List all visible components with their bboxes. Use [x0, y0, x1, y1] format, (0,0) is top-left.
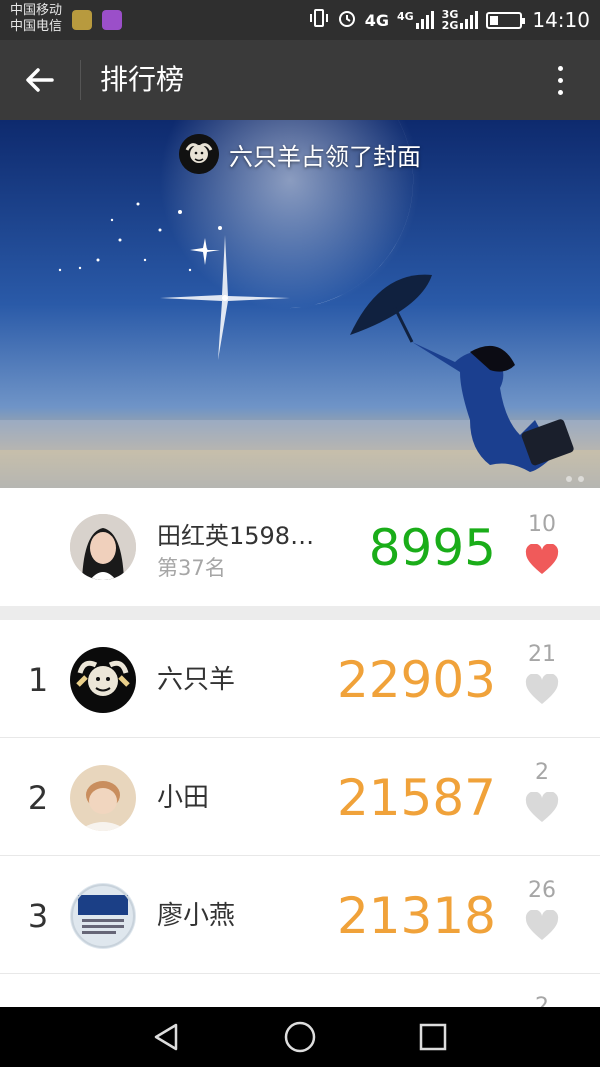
page-title: 排行榜 [100, 63, 185, 96]
like-count: 10 [528, 512, 556, 537]
likes[interactable]: 26 [520, 878, 564, 942]
system-nav-bar [0, 1007, 600, 1067]
notification-app-icon [72, 10, 92, 30]
like-count: 26 [528, 878, 556, 903]
like-count: 21 [528, 642, 556, 667]
heart-icon[interactable] [525, 910, 559, 942]
carrier-info: 中国移动 中国电信 [10, 3, 62, 35]
carrier-2: 中国电信 [10, 19, 63, 34]
carousel-dots [566, 476, 584, 482]
section-gap [0, 606, 600, 620]
user-name: 小田 [157, 783, 210, 813]
my-name: 田红英1598… [157, 522, 315, 550]
likes[interactable]: 21 [520, 642, 564, 706]
user-name: 六只羊 [157, 665, 236, 695]
heart-icon[interactable] [525, 544, 559, 576]
avatar[interactable] [70, 765, 136, 831]
app-bar: 排行榜 [0, 40, 600, 120]
cover-caption: 六只羊占领了封面 [0, 134, 600, 174]
avatar[interactable] [70, 883, 136, 949]
more-menu-button[interactable] [542, 62, 578, 98]
heart-icon[interactable] [525, 674, 559, 706]
carrier-1: 中国移动 [10, 3, 63, 18]
nav-recent-button[interactable] [413, 1017, 453, 1057]
user-name: 廖小燕 [157, 901, 236, 931]
signal-4g: 4G [397, 11, 434, 29]
back-button[interactable] [18, 58, 62, 102]
more-vertical-icon [557, 65, 563, 71]
heart-icon[interactable] [525, 792, 559, 824]
app-bar-divider [80, 60, 81, 100]
my-steps: 8995 [368, 519, 496, 577]
cover-image[interactable]: 六只羊占领了封面 [0, 120, 600, 488]
my-likes[interactable]: 10 [520, 512, 564, 576]
cover-caption-text: 六只羊占领了封面 [229, 142, 421, 171]
like-count: 2 [535, 760, 549, 785]
my-ranking-row[interactable]: 田红英1598… 第37名 8995 10 [0, 488, 600, 606]
avatar[interactable] [70, 514, 136, 580]
nav-back-button[interactable] [146, 1017, 186, 1057]
signal-3g-2g: 3G 2G [442, 9, 479, 31]
rank-number: 2 [27, 779, 49, 817]
signal-bars-icon [415, 11, 434, 29]
cover-owner-avatar [179, 134, 219, 174]
nav-home-button[interactable] [280, 1017, 320, 1057]
status-indicators: 4G 4G 3G 2G 14:10 [309, 0, 590, 40]
cover-illustration [0, 120, 600, 488]
signal-bars-icon [460, 11, 479, 29]
my-rank: 第37名 [157, 556, 226, 580]
clock: 14:10 [532, 8, 590, 32]
battery-icon [486, 11, 526, 29]
likes[interactable]: 2 [520, 760, 564, 824]
network-type-small: 4G [396, 10, 414, 23]
status-bar: 中国移动 中国电信 4G 4G 3G 2G 14:10 [0, 0, 600, 40]
table-row[interactable]: 2 小田 21587 2 [0, 738, 600, 856]
alarm-icon [337, 8, 357, 33]
rank-number: 1 [27, 661, 49, 699]
triangle-back-icon [154, 1023, 178, 1051]
square-recent-icon [419, 1023, 447, 1051]
step-count: 21587 [336, 769, 496, 827]
circle-home-icon [284, 1021, 316, 1053]
step-count: 22903 [336, 651, 496, 709]
table-row[interactable]: 3 廖小燕 21318 26 [0, 856, 600, 974]
arrow-left-icon [26, 68, 54, 92]
network-2g: 2G [441, 19, 459, 32]
vibrate-icon [309, 8, 329, 33]
table-row[interactable]: 1 六只羊 22903 21 [0, 620, 600, 738]
notification-gallery-icon [102, 10, 122, 30]
avatar[interactable] [70, 647, 136, 713]
rank-number: 3 [27, 897, 49, 935]
step-count: 21318 [336, 887, 496, 945]
leaderboard-list: 1 六只羊 22903 21 2 小田 21587 2 3 廖小燕 21318 … [0, 620, 600, 1019]
network-type: 4G [364, 10, 389, 30]
